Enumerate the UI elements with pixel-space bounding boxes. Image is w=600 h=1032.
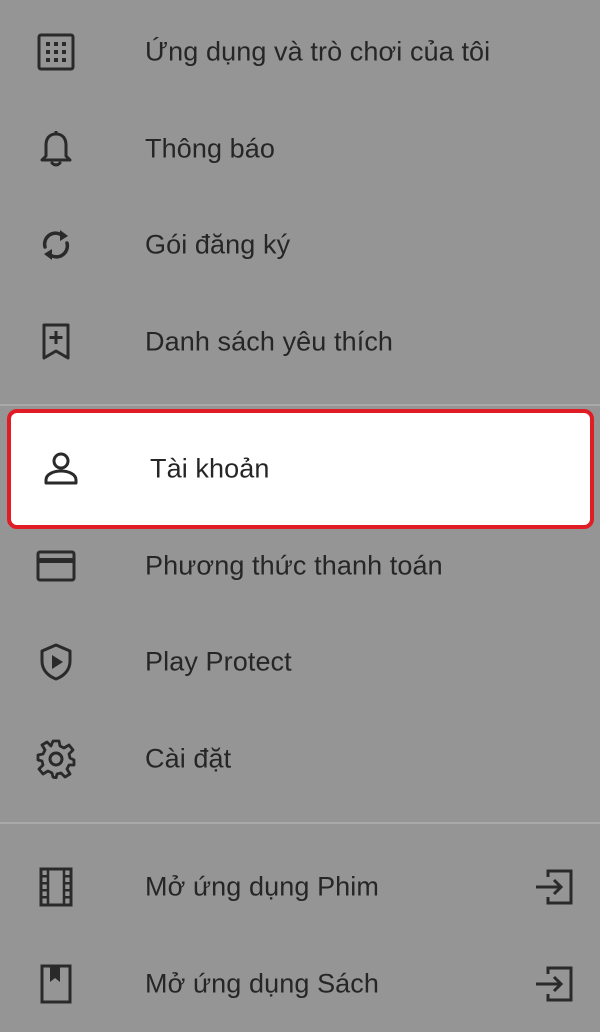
menu-item-open-movies-app[interactable]: Mở ứng dụng Phim bbox=[0, 839, 600, 935]
gear-icon bbox=[36, 739, 76, 779]
menu-item-label: Mở ứng dụng Phim bbox=[145, 871, 379, 902]
open-app-icon bbox=[534, 964, 574, 1004]
menu-item-open-books-app[interactable]: Mở ứng dụng Sách bbox=[0, 936, 600, 1032]
menu-divider bbox=[0, 404, 600, 406]
menu-item-play-protect[interactable]: Play Protect bbox=[0, 614, 600, 710]
menu-item-label: Mở ứng dụng Sách bbox=[145, 968, 380, 999]
menu-item-label: Play Protect bbox=[145, 646, 292, 677]
open-app-icon bbox=[534, 867, 574, 907]
person-icon bbox=[41, 449, 81, 489]
menu-item-label: Cài đặt bbox=[145, 743, 232, 774]
menu-item-label: Danh sách yêu thích bbox=[145, 326, 394, 357]
apps-grid-icon bbox=[36, 32, 76, 72]
menu-item-label: Ứng dụng và trò chơi của tôi bbox=[145, 36, 491, 67]
shield-play-icon bbox=[36, 642, 76, 682]
menu-divider bbox=[0, 822, 600, 824]
menu-item-my-apps-games[interactable]: Ứng dụng và trò chơi của tôi bbox=[0, 4, 600, 100]
menu-item-label: Phương thức thanh toán bbox=[145, 550, 443, 581]
credit-card-icon bbox=[36, 546, 76, 586]
bookmark-add-icon bbox=[36, 322, 76, 362]
film-icon bbox=[36, 867, 76, 907]
refresh-icon bbox=[36, 225, 76, 265]
menu-item-settings[interactable]: Cài đặt bbox=[0, 711, 600, 807]
menu-item-account[interactable]: Tài khoản bbox=[7, 409, 594, 529]
menu-item-label: Thông báo bbox=[145, 133, 276, 164]
book-icon bbox=[36, 964, 76, 1004]
menu-item-payment-methods[interactable]: Phương thức thanh toán bbox=[0, 518, 600, 614]
menu-item-label: Gói đăng ký bbox=[145, 229, 291, 260]
bell-icon bbox=[36, 129, 76, 169]
menu-item-wishlist[interactable]: Danh sách yêu thích bbox=[0, 294, 600, 390]
menu-item-subscriptions[interactable]: Gói đăng ký bbox=[0, 197, 600, 293]
menu-item-notifications[interactable]: Thông báo bbox=[0, 101, 600, 197]
menu-item-label: Tài khoản bbox=[150, 453, 270, 484]
navigation-drawer-menu: Ứng dụng và trò chơi của tôi Thông báo G… bbox=[0, 0, 600, 1020]
